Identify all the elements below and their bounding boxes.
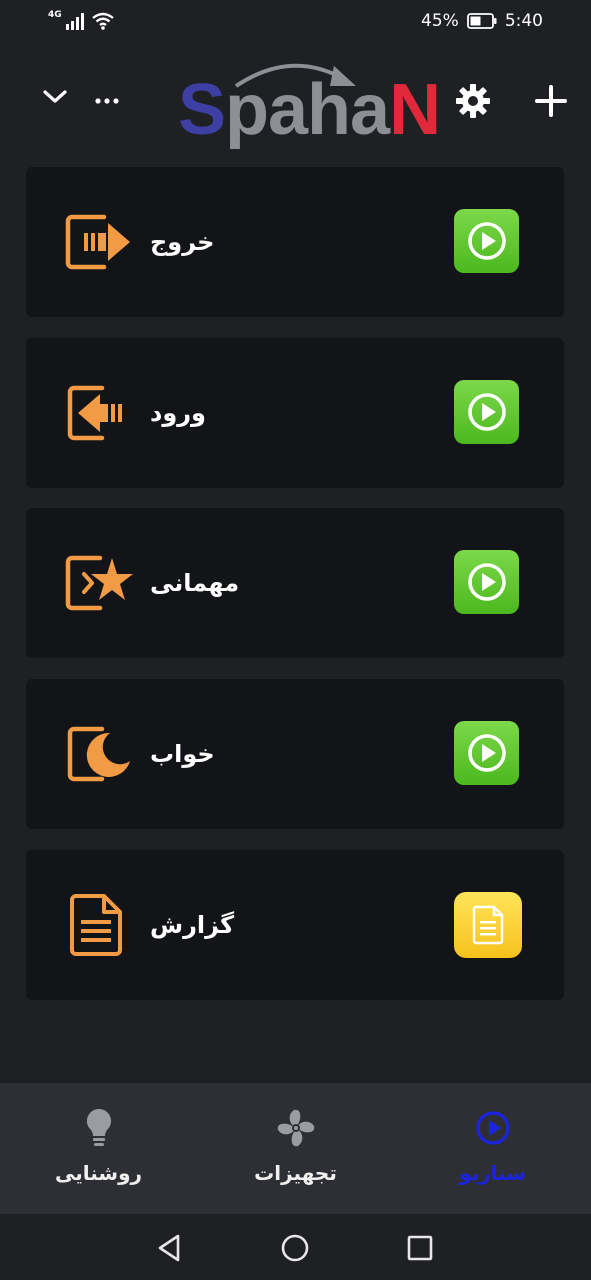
plus-icon [535, 85, 567, 117]
party-icon [64, 550, 136, 616]
status-bar: 4G 45% 5:40 [0, 0, 591, 44]
bottom-nav: روشنایی تجهیزات سناریو [0, 1083, 591, 1214]
signal-icon [65, 13, 84, 30]
battery-percent: 45% [421, 11, 459, 31]
scenario-card-exit[interactable]: خروج [26, 167, 564, 317]
play-button[interactable] [454, 380, 519, 444]
status-left: 4G [48, 10, 114, 32]
nav-label: روشنایی [54, 1161, 143, 1185]
logo-text-n: N [389, 70, 441, 150]
report-button[interactable] [454, 892, 522, 958]
back-button[interactable] [151, 1230, 187, 1266]
scenario-label: مهمانی [150, 569, 240, 597]
nav-item-lighting[interactable]: روشنایی [0, 1083, 197, 1214]
fan-icon [277, 1109, 314, 1147]
sleep-icon [64, 721, 136, 787]
play-circle-icon [475, 1111, 510, 1145]
back-icon [158, 1234, 180, 1262]
scenario-label: خواب [150, 740, 215, 768]
nav-label: سناریو [459, 1161, 526, 1185]
scenario-card-sleep[interactable]: خواب [26, 679, 564, 829]
scenario-card-enter[interactable]: ورود [26, 338, 564, 488]
recents-button[interactable] [402, 1230, 438, 1266]
more-icon [95, 98, 119, 104]
enter-icon [64, 380, 136, 446]
logo-text-s: S [178, 70, 226, 150]
report-icon [64, 892, 136, 958]
scenario-label: خروج [150, 228, 215, 256]
more-button[interactable] [92, 86, 122, 116]
wifi-icon [91, 12, 114, 30]
play-button[interactable] [454, 721, 519, 785]
scenario-label: ورود [150, 399, 206, 427]
nav-item-scenario[interactable]: سناریو [394, 1083, 591, 1214]
status-right: 45% 5:40 [421, 10, 543, 32]
logo-text-mid: paha [225, 70, 390, 150]
battery-icon [466, 13, 497, 29]
document-icon [472, 905, 504, 945]
network-type: 4G [48, 10, 62, 20]
home-button[interactable] [277, 1230, 313, 1266]
clock: 5:40 [504, 11, 543, 31]
gear-icon [456, 84, 490, 118]
nav-label: تجهیزات [254, 1161, 337, 1185]
nav-item-devices[interactable]: تجهیزات [197, 1083, 394, 1214]
exit-icon [64, 209, 136, 275]
bulb-icon [86, 1108, 111, 1146]
scenario-card-party[interactable]: مهمانی [26, 508, 564, 658]
app-logo: SpahaN [178, 56, 441, 152]
app-header: SpahaN [0, 50, 591, 160]
scenario-card-report[interactable]: گزارش [26, 850, 564, 1000]
play-icon [467, 393, 506, 431]
play-button[interactable] [454, 550, 519, 614]
scenario-label: گزارش [150, 911, 235, 939]
recents-icon [407, 1235, 433, 1261]
system-nav-bar [0, 1214, 591, 1280]
play-button[interactable] [454, 209, 519, 273]
add-button[interactable] [530, 80, 572, 122]
play-icon [467, 222, 506, 260]
settings-button[interactable] [452, 80, 494, 122]
play-icon [467, 734, 506, 772]
chevron-down-button[interactable] [38, 80, 72, 114]
chevron-down-icon [43, 90, 67, 103]
home-icon [281, 1234, 309, 1262]
play-icon [467, 563, 506, 601]
